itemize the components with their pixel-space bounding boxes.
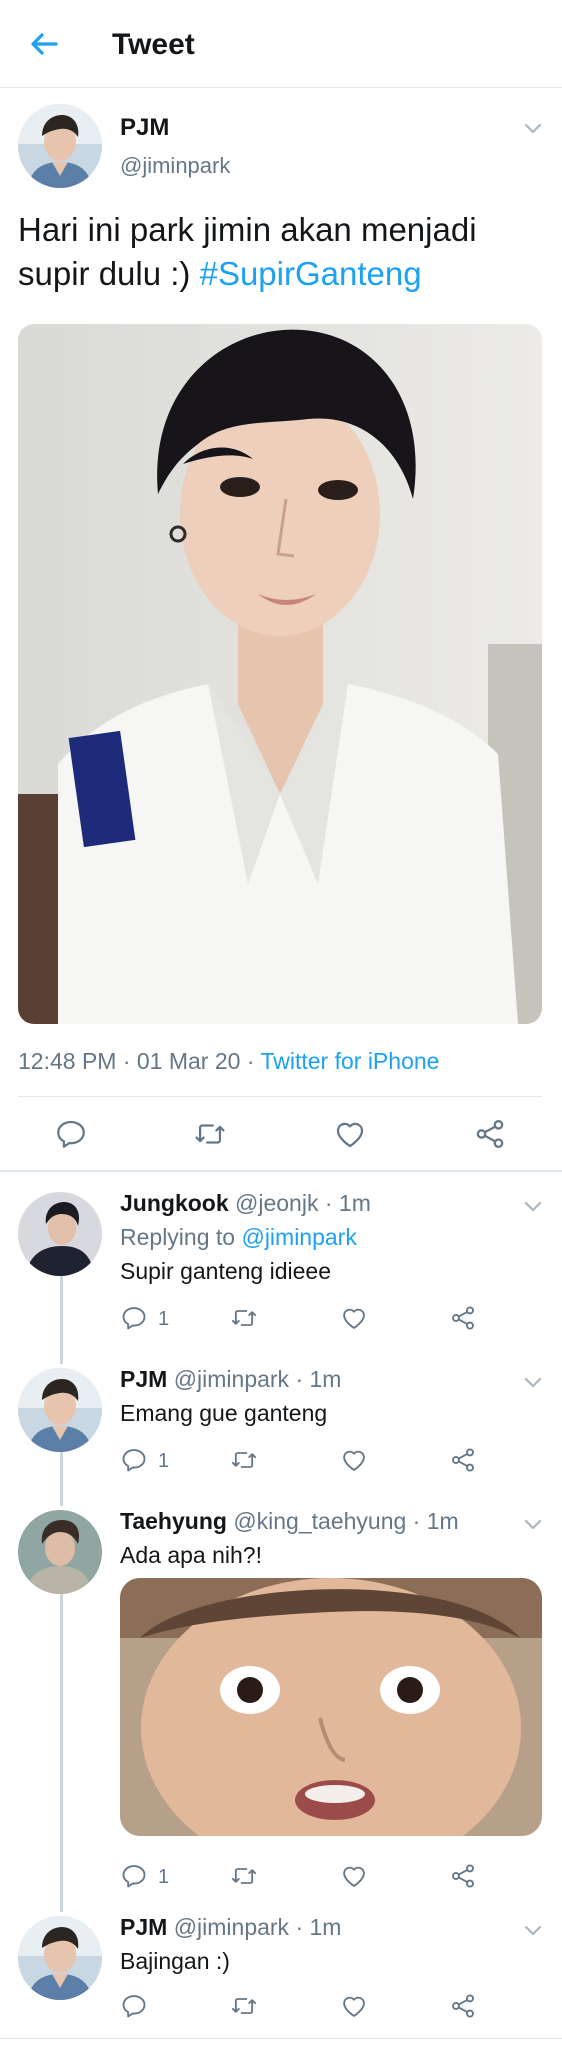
reply-count: 1: [158, 1450, 170, 1472]
heart-icon[interactable]: [333, 1117, 367, 1151]
avatar[interactable]: [18, 1368, 102, 1452]
tweet-source-link[interactable]: Twitter for iPhone: [260, 1048, 439, 1074]
avatar[interactable]: [18, 1916, 102, 2000]
reply-icon[interactable]: [120, 1862, 148, 1890]
back-arrow-icon[interactable]: [28, 28, 60, 60]
hashtag-link[interactable]: #SupirGanteng: [200, 255, 422, 292]
reply-author-line: Taehyung @king_taehyung · 1m: [120, 1508, 459, 1535]
tweet-text: Hari ini park jimin akan menjadi supir d…: [18, 208, 548, 296]
reply-author-meta[interactable]: @jiminpark · 1m: [174, 1914, 342, 1940]
chevron-down-icon[interactable]: [524, 1924, 542, 1936]
author-name[interactable]: PJM: [120, 114, 169, 142]
retweet-icon[interactable]: [230, 1862, 258, 1890]
page-title: Tweet: [112, 28, 195, 61]
share-icon[interactable]: [449, 1446, 477, 1474]
avatar[interactable]: [18, 104, 102, 188]
reply-icon[interactable]: [120, 1992, 148, 2020]
reply-author-line: Jungkook @jeonjk · 1m: [120, 1190, 371, 1217]
tweet-photo[interactable]: [18, 324, 542, 1024]
chevron-down-icon[interactable]: [524, 122, 542, 134]
share-icon[interactable]: [449, 1862, 477, 1890]
thread-line: [60, 1276, 63, 1364]
chevron-down-icon[interactable]: [524, 1200, 542, 1212]
chevron-down-icon[interactable]: [524, 1376, 542, 1388]
reply-author-name[interactable]: Jungkook: [120, 1190, 229, 1216]
chevron-down-icon[interactable]: [524, 1518, 542, 1530]
replying-to-label: Replying to: [120, 1224, 242, 1250]
share-icon[interactable]: [473, 1117, 507, 1151]
tweet-timestamp: 12:48 PM · 01 Mar 20 ·: [18, 1048, 261, 1074]
heart-icon[interactable]: [340, 1304, 368, 1332]
reply-author-meta[interactable]: @jeonjk · 1m: [235, 1190, 371, 1216]
divider: [18, 1096, 542, 1097]
reply-count: 1: [158, 1308, 170, 1330]
reply-author-meta[interactable]: @king_taehyung · 1m: [233, 1508, 458, 1534]
reply-count: 1: [158, 1866, 170, 1888]
reply-author-meta[interactable]: @jiminpark · 1m: [174, 1366, 342, 1392]
mention-link[interactable]: @jiminpark: [241, 1224, 356, 1250]
thread-line: [60, 1452, 63, 1506]
tweet-meta: 12:48 PM · 01 Mar 20 · Twitter for iPhon…: [18, 1048, 439, 1075]
heart-icon[interactable]: [340, 1862, 368, 1890]
reply-author-line: PJM @jiminpark · 1m: [120, 1914, 341, 1941]
reply-author-name[interactable]: PJM: [120, 1366, 167, 1392]
reply-author-name[interactable]: PJM: [120, 1914, 167, 1940]
retweet-icon[interactable]: [193, 1117, 227, 1151]
reply-text: Bajingan :): [120, 1948, 230, 1974]
divider: [0, 2038, 562, 2039]
reply-text: Supir ganteng idieee: [120, 1258, 331, 1284]
avatar[interactable]: [18, 1510, 102, 1594]
reply-icon[interactable]: [54, 1117, 88, 1151]
reply-text: Emang gue ganteng: [120, 1400, 328, 1426]
retweet-icon[interactable]: [230, 1992, 258, 2020]
reply-author-name[interactable]: Taehyung: [120, 1508, 227, 1534]
avatar[interactable]: [18, 1192, 102, 1276]
heart-icon[interactable]: [340, 1446, 368, 1474]
share-icon[interactable]: [449, 1992, 477, 2020]
reply-icon[interactable]: [120, 1304, 148, 1332]
reply-icon[interactable]: [120, 1446, 148, 1474]
thread-line: [60, 1594, 63, 1912]
author-handle[interactable]: @jiminpark: [120, 153, 230, 179]
reply-photo[interactable]: [120, 1578, 542, 1836]
replying-to-line: Replying to @jiminpark: [120, 1224, 357, 1251]
retweet-icon[interactable]: [230, 1446, 258, 1474]
retweet-icon[interactable]: [230, 1304, 258, 1332]
share-icon[interactable]: [449, 1304, 477, 1332]
reply-text: Ada apa nih?!: [120, 1542, 262, 1568]
heart-icon[interactable]: [340, 1992, 368, 2020]
divider: [0, 1170, 562, 1172]
top-bar: Tweet: [0, 0, 562, 88]
reply-author-line: PJM @jiminpark · 1m: [120, 1366, 341, 1393]
